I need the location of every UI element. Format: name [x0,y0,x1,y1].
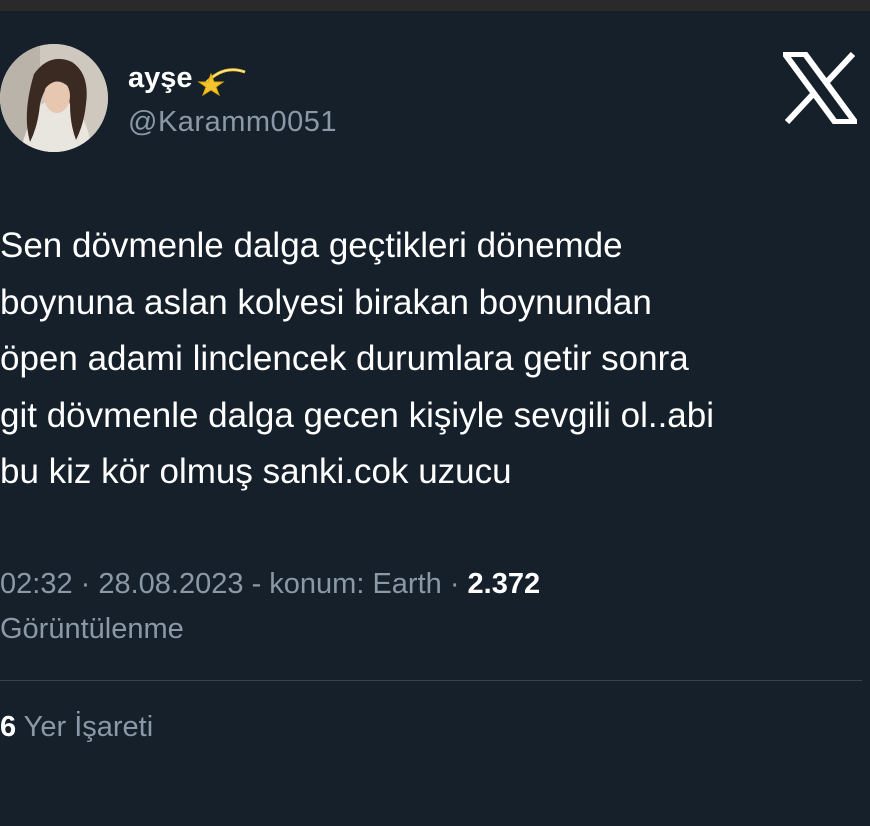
author-handle[interactable]: @Karamm0051 [128,106,337,139]
bookmarks-count: 6 [0,711,17,743]
views-count: 2.372 [467,568,541,600]
tweet-text-line: boynuna aslan kolyesi birakan boynundan [0,282,652,322]
tweet-meta: 02:32 · 28.08.2023 - konum: Earth · 2.37… [0,562,860,652]
top-bar [0,0,870,11]
dizzy-star-icon [196,60,251,97]
author-name[interactable]: ayşe [128,62,193,95]
views-label: Görüntülenme [0,613,184,645]
meta-separator: · [72,568,99,600]
tweet-time[interactable]: 02:32 [0,568,73,600]
bookmarks-stat[interactable]: 6 Yer İşareti [0,711,153,744]
meta-separator: · [441,568,468,600]
author-name-row[interactable]: ayşe [128,60,251,97]
tweet-text-line: git dövmenle dalga gecen kişiyle sevgili… [0,395,715,435]
tweet-text-line: bu kiz kör olmuş sanki.cok uzucu [0,452,512,491]
tweet-text: Sen dövmenle dalga geçtikleri dönemde bo… [0,218,860,501]
tweet-location: - konum: Earth [243,568,442,600]
x-logo-icon [779,51,861,125]
divider [0,680,862,681]
tweet-date[interactable]: 28.08.2023 [98,568,243,600]
bookmarks-label: Yer İşareti [16,711,154,743]
profile-photo [0,44,108,152]
tweet-text-line: öpen adami linclencek durumlara getir so… [0,339,689,378]
avatar[interactable] [0,44,108,152]
tweet-text-line: Sen dövmenle dalga geçtikleri dönemde [0,226,623,265]
